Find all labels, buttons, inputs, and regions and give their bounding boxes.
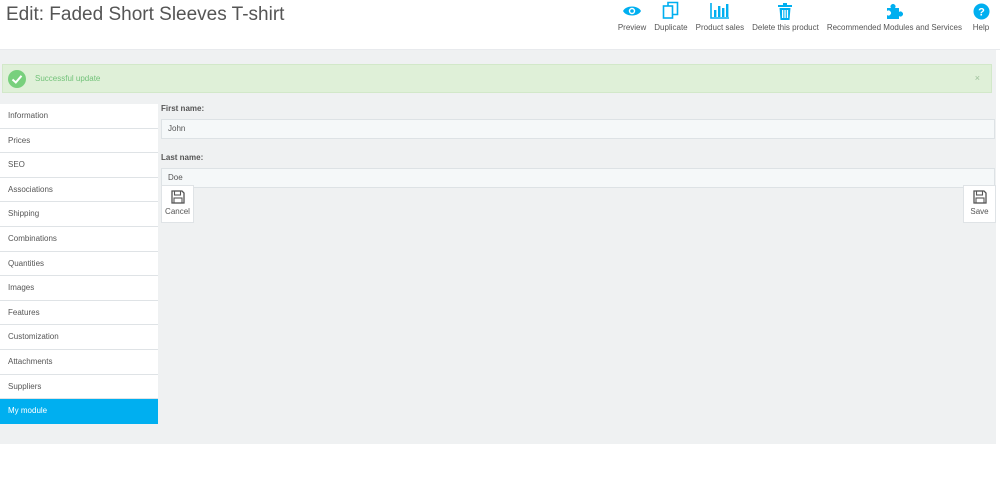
tab-customization[interactable]: Customization [0, 325, 158, 350]
content-area: Successful update × Information Prices S… [0, 50, 996, 444]
tab-attachments[interactable]: Attachments [0, 349, 158, 375]
toolbar: Preview Duplicate Product sales Delete t… [614, 0, 996, 49]
delete-product-button[interactable]: Delete this product [748, 0, 823, 32]
recommended-modules-button[interactable]: Recommended Modules and Services [823, 0, 966, 32]
page-header: Edit: Faded Short Sleeves T-shirt Previe… [0, 0, 1000, 50]
help-button[interactable]: ? Help [966, 0, 996, 32]
save-button[interactable]: Save [963, 185, 996, 223]
last-name-input[interactable]: Doe [161, 168, 995, 188]
tab-seo[interactable]: SEO [0, 153, 158, 178]
tab-features[interactable]: Features [0, 300, 158, 326]
help-label: Help [972, 23, 990, 32]
first-name-input[interactable]: John [161, 119, 995, 139]
cancel-label: Cancel [165, 207, 190, 216]
check-icon [8, 70, 26, 88]
close-icon[interactable]: × [975, 73, 980, 83]
tab-suppliers[interactable]: Suppliers [0, 374, 158, 400]
product-sales-button[interactable]: Product sales [692, 0, 748, 32]
tab-quantities[interactable]: Quantities [0, 251, 158, 277]
last-name-label: Last name: [161, 153, 204, 162]
tab-combinations[interactable]: Combinations [0, 226, 158, 252]
preview-label: Preview [617, 23, 647, 32]
tab-my-module[interactable]: My module [0, 399, 158, 424]
delete-product-label: Delete this product [752, 23, 819, 32]
eye-icon [621, 0, 643, 22]
page-title: Edit: Faded Short Sleeves T-shirt [6, 4, 285, 25]
preview-button[interactable]: Preview [614, 0, 650, 32]
tab-shipping[interactable]: Shipping [0, 202, 158, 227]
recommended-modules-label: Recommended Modules and Services [826, 23, 962, 32]
duplicate-label: Duplicate [654, 23, 688, 32]
cancel-button[interactable]: Cancel [161, 185, 194, 223]
duplicate-button[interactable]: Duplicate [650, 0, 691, 32]
puzzle-icon [883, 0, 905, 22]
svg-text:?: ? [978, 6, 985, 18]
tab-images[interactable]: Images [0, 276, 158, 301]
copy-icon [660, 0, 682, 22]
product-tabs: Information Prices SEO Associations Ship… [0, 104, 158, 424]
tab-associations[interactable]: Associations [0, 177, 158, 203]
save-label: Save [970, 207, 989, 216]
module-form: First name: John Last name: Doe [161, 104, 995, 188]
product-sales-label: Product sales [695, 23, 745, 32]
first-name-label: First name: [161, 104, 205, 113]
alert-message: Successful update [35, 74, 101, 83]
save-icon [972, 190, 987, 204]
question-icon: ? [970, 0, 992, 22]
trash-icon [774, 0, 796, 22]
success-alert: Successful update × [2, 64, 992, 93]
save-icon [170, 190, 185, 204]
tab-prices[interactable]: Prices [0, 128, 158, 154]
bar-chart-icon [709, 0, 731, 22]
tab-information[interactable]: Information [0, 104, 158, 129]
